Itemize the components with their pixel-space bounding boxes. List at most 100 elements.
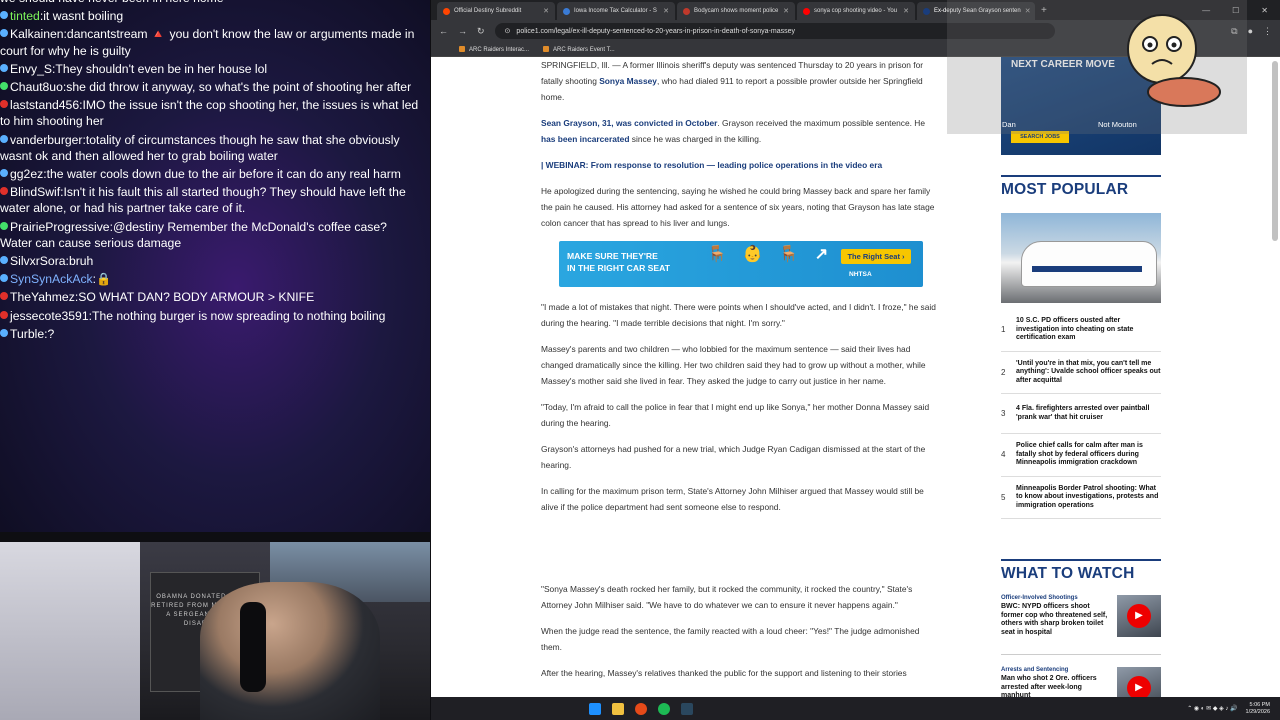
tab-label: Iowa Income Tax Calculator - S [574,8,657,14]
chat-message: jessecote3591:The nothing burger is now … [0,308,430,324]
convicted-link[interactable]: Sean Grayson, 31, was convicted in Octob… [541,118,717,128]
chat-username[interactable]: BlindSwif [10,185,60,199]
close-tab-icon[interactable]: ✕ [543,7,549,15]
chat-message: BlindSwif:Isn't it his fault this all st… [0,185,406,216]
browser-tab[interactable]: Official Destiny Subreddit ✕ [437,2,555,20]
user-badge-icon [0,29,8,38]
menu-icon[interactable]: ⋮ [1263,26,1272,37]
chat-username[interactable]: PrairieProgressive [10,220,110,234]
popular-rank: 4 [1001,450,1006,460]
clock[interactable]: 5:06 PM 1/29/2026 [1246,702,1270,716]
forward-icon[interactable]: → [458,26,467,36]
site-info-icon[interactable]: ⊙ [505,27,511,35]
popular-rank: 5 [1001,492,1006,502]
paragraph: Massey's parents and two children — who … [541,344,926,386]
user-badge-icon [0,63,8,72]
chat-message: Kalkainen:dancantstream 🔺 you don't know… [0,27,415,58]
scrollbar[interactable] [1272,61,1278,241]
paragraph: "Today, I'm afraid to call the police in… [541,402,930,428]
close-tab-icon[interactable]: ✕ [663,7,669,15]
popular-title[interactable]: 'Until you're in that mix, you can't tel… [1016,360,1161,386]
popular-title[interactable]: Minneapolis Border Patrol shooting: What… [1016,485,1161,511]
tabs: Official Destiny Subreddit ✕ Iowa Income T… [437,2,1035,20]
play-icon[interactable]: ▶ [1127,676,1151,697]
user-badge-icon [0,82,8,91]
streamer [200,582,380,720]
watch-title[interactable]: BWC: NYPD officers shoot former cop who … [1001,603,1109,637]
chat-username[interactable]: gg2ez [10,167,43,181]
chat-username[interactable]: Kalkainen [10,27,64,41]
video-thumbnail[interactable]: ▶ [1117,595,1161,637]
profile-icon[interactable]: ● [1248,26,1253,36]
user-badge-icon [0,100,8,109]
watch-category[interactable]: Officer-Involved Shootings [1001,595,1109,601]
chat-username[interactable]: Turble [10,327,44,341]
chat-username[interactable]: Chaut8uo [10,80,63,94]
tab-favicon [923,7,930,15]
tray-icons[interactable]: ⌃ ◉ ◐ ✉ ◆ ◈ ♪ 🔊 [1187,705,1237,712]
watch-item[interactable]: Officer-Involved Shootings BWC: NYPD offi… [1001,595,1161,655]
popular-title[interactable]: 10 S.C. PD officers ousted after investi… [1016,317,1161,343]
watch-item[interactable]: Arrests and Sentencing Man who shot 2 Ore… [1001,667,1161,697]
sonya-massey-link[interactable]: Sonya Massey [599,76,657,86]
close-icon[interactable]: ✕ [1261,6,1268,15]
chat-message: Turble:? [0,326,430,342]
taskbar: ⌃ ◉ ◐ ✉ ◆ ◈ ♪ 🔊 5:06 PM 1/29/2026 [431,697,1280,720]
reload-icon[interactable]: ↻ [477,26,485,37]
chat-username[interactable]: Envy_S [10,62,52,76]
chat-text: she did throw it anyway, so what's the p… [66,80,412,95]
popular-item[interactable]: 3 4 Fla. firefighters arrested over paint… [1001,394,1161,434]
watch-title[interactable]: Man who shot 2 Ore. officers arrested af… [1001,675,1109,697]
chat-username[interactable]: laststand456 [10,98,79,112]
webinar-link[interactable]: | WEBINAR: From response to resolution —… [541,157,941,173]
chat-text: it wasnt boiling [43,9,124,24]
incarcerated-link[interactable]: has been incarcerated [541,134,629,144]
ad-button[interactable]: The Right Seat › [841,249,911,264]
bookmark-label: ARC Raiders Event T... [553,46,615,53]
car-seat-ad[interactable]: MAKE SURE THEY'RE IN THE RIGHT CAR SEAT … [559,241,923,287]
popular-title[interactable]: Police chief calls for calm after man is… [1016,442,1161,468]
user-badge-icon [0,256,8,265]
steam-icon[interactable] [681,702,693,715]
chat-username[interactable]: vanderburger [10,133,83,147]
popular-item[interactable]: 5 Minneapolis Border Patrol shooting: Wha… [1001,477,1161,519]
chat-username[interactable]: SynSynAckAck [10,272,93,286]
chat-username[interactable]: SilvxrSora [10,254,66,268]
video-thumbnail[interactable]: ▶ [1117,667,1161,697]
spotify-icon[interactable] [658,702,670,715]
popular-item[interactable]: 1 10 S.C. PD officers ousted after invest… [1001,309,1161,352]
bookmark-2[interactable]: ARC Raiders Event T... [543,45,615,53]
browser-tab[interactable]: Iowa Income Tax Calculator - S ✕ [557,2,675,20]
popular-item[interactable]: 2 'Until you're in that mix, you can't te… [1001,352,1161,394]
chat-username[interactable]: TheYahmez [10,290,75,304]
paragraph: "I made a lot of mistakes that night. Th… [541,302,936,328]
most-popular-heading: MOST POPULAR [1001,175,1161,199]
name-right: Not Mouton [1098,120,1137,129]
tab-favicon [683,7,690,15]
booster-icon: 🪑 [778,246,799,263]
popular-rank: 1 [1001,325,1006,335]
user-badge-icon [0,11,8,20]
bookmark-1[interactable]: ARC Raiders Interac... [459,45,529,53]
user-badge-icon [0,221,8,230]
popular-item[interactable]: 4 Police chief calls for calm after man i… [1001,434,1161,477]
chrome-icon[interactable] [635,702,647,715]
chat-username[interactable]: jessecote3591 [10,309,89,323]
play-icon[interactable]: ▶ [1127,604,1151,628]
article-body: SPRINGFIELD, Ill. — A former Illinois sh… [541,57,941,691]
popular-rank: 3 [1001,409,1006,418]
tab-favicon [563,7,570,15]
browser-tab[interactable]: Bodycam shows moment police ✕ [677,2,795,20]
watch-category[interactable]: Arrests and Sentencing [1001,667,1109,673]
user-badge-icon [0,292,8,301]
close-tab-icon[interactable]: ✕ [783,7,789,15]
chat-username[interactable]: tinted [10,9,40,23]
close-tab-icon[interactable]: ✕ [903,7,909,15]
popular-title[interactable]: 4 Fla. firefighters arrested over paintb… [1016,405,1161,422]
file-explorer-icon[interactable] [612,702,624,715]
browser-tab[interactable]: sonya cop shooting video - You ✕ [797,2,915,20]
popular-image[interactable] [1001,213,1161,303]
back-icon[interactable]: ← [439,26,448,36]
windows-start-icon[interactable] [589,702,601,715]
page-content: SPRINGFIELD, Ill. — A former Illinois sh… [431,57,1280,697]
